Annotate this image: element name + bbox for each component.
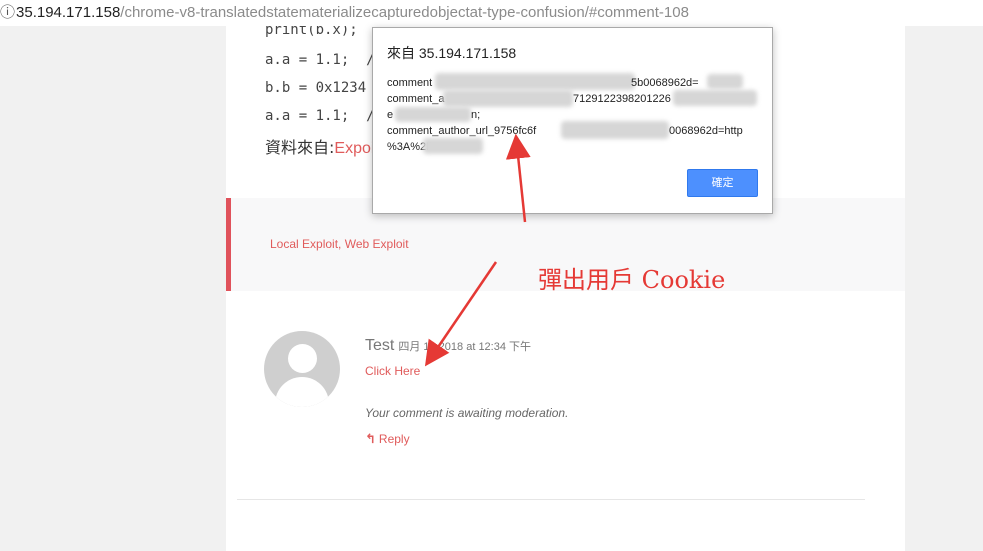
cookie-line-fragment: n; [471,109,481,121]
cookie-line: e [387,109,394,121]
avatar [264,331,340,407]
source-credit: 資料來自:Expoit [265,134,379,158]
code-line: print(b.x); [265,26,358,38]
cookie-line: comment_a [387,93,445,105]
avatar-body [275,377,329,407]
comment-meta: Test 四月 1 , 2018 at 12:34 下午 [365,337,531,355]
comment-item: Test 四月 1 , 2018 at 12:34 下午 Click Here Y… [226,291,905,551]
reply-label: Reply [378,432,410,446]
annotation-label: 彈出用戶 Cookie [538,266,726,294]
redaction-blur [435,73,635,90]
cookie-line: comment_author_url_9756fc6f [387,125,537,137]
moderation-note: Your comment is awaiting moderation. [365,406,569,420]
redaction-blur [673,90,757,106]
category-list: Local Exploit, Web Exploit [270,237,409,251]
cookie-line: comment [387,77,433,89]
ok-button[interactable]: 確定 [687,169,758,197]
redaction-blur [707,74,743,89]
redaction-blur [423,138,483,154]
code-line: a.a = 1.1; / [265,52,375,68]
avatar-head [288,344,317,373]
comment-author: Test [365,337,395,354]
comment-link[interactable]: Click Here [365,364,420,378]
code-line: b.b = 0x1234 [265,80,367,96]
address-bar[interactable]: ⓘ35.194.171.158/chrome-v8-translatedstat… [0,0,983,26]
redaction-blur [395,107,471,122]
code-line: a.a = 1.1; / [265,108,375,124]
url-host: 35.194.171.158 [16,4,121,21]
redaction-blur [561,121,669,139]
redaction-blur [443,90,573,107]
site-info-icon[interactable]: ⓘ [0,4,15,21]
category-separator: , [338,237,345,251]
source-label: 資料來自: [265,138,335,157]
cookie-line-fragment: 7129122398201226 [573,93,671,105]
reply-button[interactable]: ↰ Reply [365,431,410,447]
page-background [0,26,226,551]
divider [237,499,865,500]
alert-dialog: 來自 35.194.171.158 comment 5b0068962d= co… [372,27,773,214]
category-accent-bar [226,198,231,291]
cookie-line-fragment: 0068962d=http [669,125,743,137]
reply-icon: ↰ [365,431,376,446]
comment-date[interactable]: 四月 1 , 2018 at 12:34 下午 [398,341,531,353]
cookie-line-fragment: 5b0068962d= [631,77,699,89]
category-link-local-exploit[interactable]: Local Exploit [270,237,338,251]
dialog-title: 來自 35.194.171.158 [387,45,517,61]
category-link-web-exploit[interactable]: Web Exploit [345,237,409,251]
url-path: /chrome-v8-translatedstatematerializecap… [120,4,689,21]
